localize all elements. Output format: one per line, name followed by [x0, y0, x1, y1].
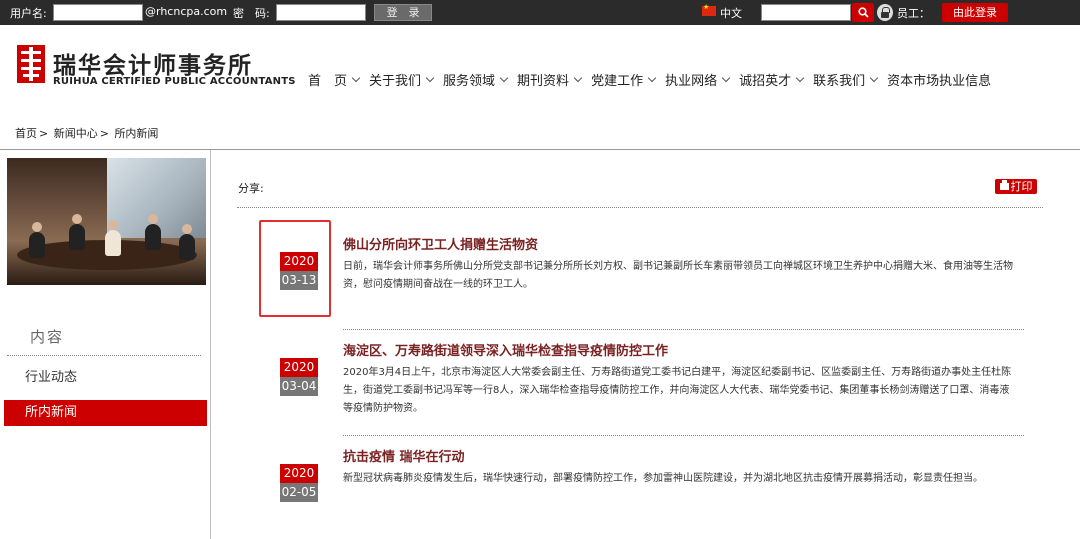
news-summary: 日前，瑞华会计师事务所佛山分所党支部书记兼分所所长刘方权、副书记兼副所长车素丽带… [343, 261, 1013, 290]
sidebar-title: 内容 [30, 328, 65, 346]
chevron-down-icon [869, 73, 879, 82]
news-title[interactable]: 佛山分所向环卫工人捐赠生活物资 [343, 234, 538, 253]
nav-item-capital-market[interactable]: 资本市场执业信息 [887, 69, 991, 89]
language-switch[interactable]: 中文 [720, 5, 742, 21]
share-label: 分享: [238, 182, 264, 195]
news-title[interactable]: 海淀区、万寿路街道领导深入瑞华检查指导疫情防控工作 [343, 340, 668, 359]
password-label: 密 码: [233, 7, 270, 20]
nav-item-publications[interactable]: 期刊资料 [517, 69, 583, 89]
login-button[interactable]: 登 录 [374, 4, 432, 21]
printer-icon [999, 180, 1009, 190]
domain-suffix: @rhcncpa.com [145, 5, 228, 18]
news-summary: 2020年3月4日上午，北京市海淀区人大常委会副主任、万寿路街道党工委书记白建平… [343, 367, 1012, 414]
china-flag-icon [702, 3, 716, 16]
breadcrumb-home[interactable]: 首页 [15, 127, 37, 140]
logo-chinese-name[interactable]: 瑞华会计师事务所 [53, 46, 253, 80]
search-icon [857, 7, 869, 18]
nav-item-party[interactable]: 党建工作 [591, 69, 657, 89]
username-label: 用户名: [10, 7, 47, 20]
password-input[interactable] [276, 4, 366, 21]
news-date: 2020 02-05 [280, 464, 318, 502]
news-month-day: 03-04 [280, 377, 318, 396]
staff-label: 员工： [897, 7, 930, 20]
news-year: 2020 [280, 464, 318, 483]
news-month-day: 02-05 [280, 483, 318, 502]
chevron-down-icon [573, 73, 583, 82]
nav-item-about[interactable]: 关于我们 [369, 69, 435, 89]
news-month-day: 03-13 [280, 271, 318, 290]
main-nav: 首 页 关于我们 服务领域 期刊资料 党建工作 执业网络 诚招英才 联系我们 资… [308, 69, 1001, 89]
top-bar: 用户名: @rhcncpa.com 密 码: 登 录 中文 员工： 由此登录 [0, 0, 1080, 25]
news-date: 2020 03-13 [280, 252, 318, 290]
chevron-down-icon [351, 73, 361, 82]
username-input[interactable] [53, 4, 143, 21]
site-header: 瑞华会计师事务所 RUIHUA CERTIFIED PUBLIC ACCOUNT… [0, 25, 1080, 120]
chevron-down-icon [499, 73, 509, 82]
print-button[interactable]: 打印 [995, 179, 1037, 194]
chevron-down-icon [425, 73, 435, 82]
logo-english-name: RUIHUA CERTIFIED PUBLIC ACCOUNTANTS [53, 76, 296, 87]
breadcrumb-news-center[interactable]: 新闻中心 [54, 127, 98, 140]
breadcrumb-current[interactable]: 所内新闻 [114, 127, 158, 140]
lock-icon [877, 4, 893, 21]
news-summary: 新型冠状病毒肺炎疫情发生后，瑞华快速行动，部署疫情防控工作，参加雷神山医院建设，… [343, 473, 983, 484]
news-date: 2020 03-04 [280, 358, 318, 396]
breadcrumb: 首页 > 新闻中心 > 所内新闻 [15, 127, 159, 140]
nav-item-contact[interactable]: 联系我们 [813, 69, 879, 89]
search-input[interactable] [761, 4, 851, 21]
chevron-down-icon [721, 73, 731, 82]
chevron-down-icon [647, 73, 657, 82]
news-title[interactable]: 抗击疫情 瑞华在行动 [343, 446, 465, 465]
nav-item-careers[interactable]: 诚招英才 [739, 69, 805, 89]
news-year: 2020 [280, 358, 318, 377]
chevron-down-icon [795, 73, 805, 82]
sidebar: 内容 行业动态 所内新闻 [0, 150, 211, 539]
news-year: 2020 [280, 252, 318, 271]
staff-login-button[interactable]: 由此登录 [942, 3, 1008, 22]
nav-item-services[interactable]: 服务领域 [443, 69, 509, 89]
nav-item-network[interactable]: 执业网络 [665, 69, 731, 89]
logo-icon [17, 45, 45, 83]
sidebar-item-industry-news[interactable]: 行业动态 [4, 365, 207, 391]
sidebar-item-firm-news[interactable]: 所内新闻 [4, 400, 207, 426]
office-meeting-photo [7, 158, 206, 285]
nav-item-home[interactable]: 首 页 [308, 69, 361, 89]
main-divider [237, 207, 1043, 208]
search-button[interactable] [852, 3, 874, 22]
